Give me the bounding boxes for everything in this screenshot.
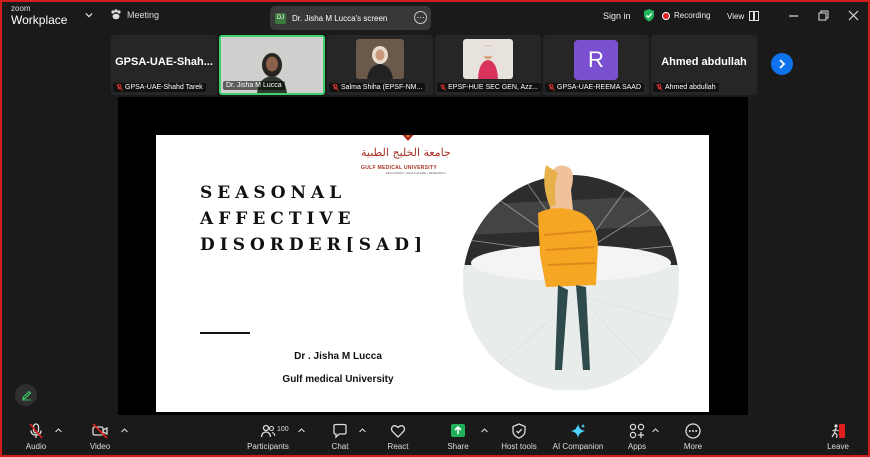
sign-in-link[interactable]: Sign in — [603, 11, 631, 21]
more-button[interactable]: More — [665, 423, 721, 451]
participant-tile-active-speaker[interactable]: Dr. Jisha M Lucca — [219, 35, 325, 95]
record-dot-icon — [662, 11, 670, 20]
recording-indicator[interactable]: Recording — [662, 11, 710, 20]
annotate-button[interactable] — [15, 384, 37, 406]
restore-icon[interactable] — [818, 10, 829, 21]
react-label: React — [387, 442, 409, 451]
shield-icon — [512, 423, 526, 439]
author-affiliation: Gulf medical University — [282, 374, 394, 385]
pencil-icon — [21, 390, 31, 400]
screen-share-indicator[interactable]: DJ Dr. Jisha M Lucca's screen ⋯ — [270, 6, 431, 30]
heart-icon — [390, 425, 406, 438]
paw-icon — [111, 9, 121, 20]
brand-small: zoom — [11, 4, 31, 13]
share-screen-icon — [451, 424, 465, 437]
participant-display-name: GPSA-UAE-Shah... — [115, 56, 213, 68]
mic-muted-icon — [440, 84, 447, 91]
participant-strip: GPSA-UAE-Shah... GPSA-UAE-Shahd Tarek Dr… — [111, 35, 762, 95]
audio-label: Audio — [25, 442, 47, 451]
shield-check-icon[interactable] — [643, 9, 655, 22]
meeting-menu[interactable]: Meeting — [110, 9, 159, 20]
participant-label: EPSF-HUE SEC GEN, Azz... — [437, 83, 541, 92]
divider — [200, 332, 250, 334]
slide-title: SEASONAL AFFECTIVE DISORDER[SAD] — [200, 183, 428, 255]
minimize-icon[interactable] — [788, 10, 799, 21]
participants-label: Participants — [247, 442, 289, 451]
ai-companion-label: AI Companion — [552, 442, 604, 451]
ai-companion-button[interactable]: AI Companion — [547, 423, 609, 451]
more-label: More — [683, 442, 703, 451]
participant-label: GPSA-UAE-Shahd Tarek — [113, 83, 206, 92]
mic-muted-icon — [656, 84, 663, 91]
view-menu[interactable]: View — [727, 11, 760, 21]
participant-label: Ahmed abdullah — [653, 83, 719, 92]
participant-tile[interactable]: Salma Shiha (EPSF-NM... — [327, 35, 433, 95]
top-bar: zoom Workplace Meeting DJ Dr. Jisha M Lu… — [0, 0, 870, 34]
apps-icon — [629, 423, 645, 439]
chat-label: Chat — [331, 442, 349, 451]
share-label: Dr. Jisha M Lucca's screen — [292, 13, 388, 23]
presentation-slide: جامعة الخليج الطبية GULF MEDICAL UNIVERS… — [156, 135, 709, 412]
video-button[interactable]: Video — [72, 423, 128, 451]
participant-tile[interactable]: R GPSA-UAE-REEMA SAAD — [543, 35, 649, 95]
participant-label: GPSA-UAE-REEMA SAAD — [545, 83, 645, 92]
participant-tile[interactable]: Ahmed abdullah Ahmed abdullah — [651, 35, 757, 95]
leave-label: Leave — [827, 442, 849, 451]
participants-options-caret-icon[interactable] — [298, 428, 305, 433]
leave-icon — [831, 424, 845, 439]
brand-big: Workplace — [11, 13, 68, 27]
slide-author-block: Dr . Jisha M Lucca Gulf medical Universi… — [258, 345, 418, 391]
mic-muted-icon — [29, 423, 43, 439]
apps-options-caret-icon[interactable] — [652, 428, 659, 433]
participants-count: 100 — [277, 426, 289, 433]
participants-button[interactable]: Participants — [238, 423, 298, 451]
react-button[interactable]: React — [370, 423, 426, 451]
view-label: View — [727, 11, 745, 21]
participant-display-name: Ahmed abdullah — [661, 56, 747, 68]
video-label: Video — [89, 442, 111, 451]
sparkle-icon — [571, 424, 585, 438]
chat-icon — [333, 423, 347, 439]
mic-muted-icon — [548, 84, 555, 91]
video-off-icon — [92, 423, 108, 439]
grid-view-icon — [749, 11, 760, 21]
university-tagline: EDUCATION • HEALTHCARE • RESEARCH — [386, 171, 446, 175]
chat-options-caret-icon[interactable] — [359, 428, 366, 433]
bottom-toolbar: Audio Video Participants 100 Chat React … — [0, 419, 870, 457]
participant-tile[interactable]: GPSA-UAE-Shah... GPSA-UAE-Shahd Tarek — [111, 35, 217, 95]
share-options-caret-icon[interactable] — [481, 428, 488, 433]
host-tools-button[interactable]: Host tools — [491, 423, 547, 451]
chevron-right-icon — [779, 59, 786, 69]
meeting-label: Meeting — [127, 9, 160, 20]
university-name-arabic: جامعة الخليج الطبية — [361, 146, 451, 159]
zoom-logo: zoom Workplace — [11, 4, 68, 27]
more-icon — [685, 423, 701, 439]
participant-label: Salma Shiha (EPSF-NM... — [329, 83, 426, 92]
participant-avatar: R — [574, 40, 618, 80]
sharer-avatar: DJ — [275, 12, 286, 24]
participant-tile[interactable]: EPSF-HUE SEC GEN, Azz... — [435, 35, 541, 95]
slide-illustration — [463, 165, 679, 390]
participants-icon — [260, 424, 276, 438]
next-page-button[interactable] — [771, 53, 793, 75]
mic-muted-icon — [332, 84, 339, 91]
apps-label: Apps — [627, 442, 647, 451]
chevron-down-icon[interactable] — [85, 11, 93, 19]
author-name: Dr . Jisha M Lucca — [294, 351, 382, 362]
host-tools-label: Host tools — [501, 442, 537, 451]
share-label: Share — [447, 442, 469, 451]
participant-label: Dr. Jisha M Lucca — [223, 81, 285, 90]
close-icon[interactable] — [848, 10, 859, 21]
recording-label: Recording — [674, 11, 711, 20]
video-options-caret-icon[interactable] — [121, 428, 128, 433]
leave-button[interactable]: Leave — [810, 423, 866, 451]
mic-muted-icon — [116, 84, 123, 91]
university-crest-icon — [402, 135, 414, 141]
more-options-icon[interactable]: ⋯ — [414, 11, 427, 24]
audio-options-caret-icon[interactable] — [55, 428, 62, 433]
share-button[interactable]: Share — [430, 423, 486, 451]
